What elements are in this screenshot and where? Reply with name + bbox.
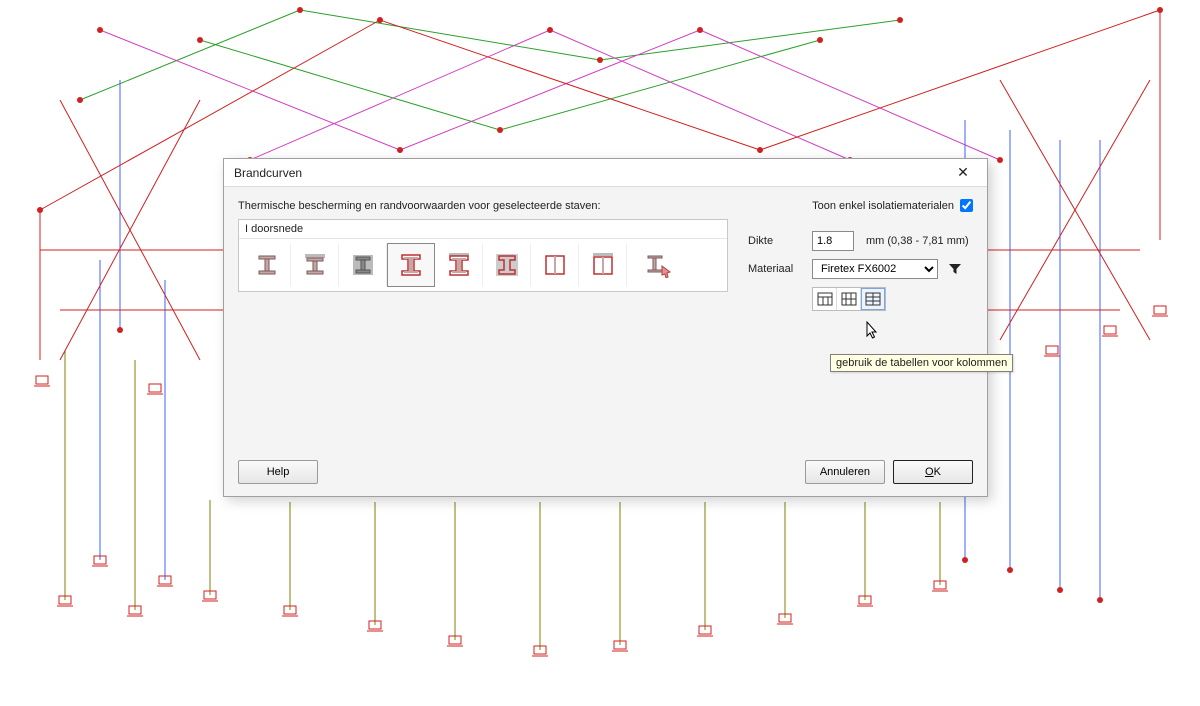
section-option-i-contour-top[interactable] (435, 243, 483, 287)
i-section-contour-top-icon (446, 252, 472, 278)
help-button[interactable]: Help (238, 460, 318, 484)
table-usage-toggle (812, 287, 886, 311)
close-icon: ✕ (957, 164, 969, 181)
cross-section-panel: I doorsnede (238, 219, 728, 292)
isolation-checkbox[interactable] (960, 199, 973, 212)
titlebar: Brandcurven ✕ (224, 159, 987, 187)
subtitle-label: Thermische bescherming en randvoorwaarde… (238, 200, 812, 212)
section-option-i-contour-encased[interactable] (483, 243, 531, 287)
table-toggle-rotated[interactable] (837, 288, 861, 310)
thickness-input[interactable] (812, 231, 854, 251)
i-section-contour-encased-icon (494, 252, 520, 278)
section-option-box[interactable] (531, 243, 579, 287)
material-select[interactable]: Firetex FX6002 (812, 259, 938, 279)
isolation-label: Toon enkel isolatiematerialen (812, 200, 954, 212)
box-section-icon (542, 252, 568, 278)
i-section-icon (254, 252, 280, 278)
ok-button[interactable]: OK (893, 460, 973, 484)
table-column-icon (865, 292, 881, 306)
material-label: Materiaal (748, 263, 804, 275)
table-rotated-icon (841, 292, 857, 306)
table-toggle-column[interactable] (861, 288, 885, 310)
dialog-title: Brandcurven (234, 166, 943, 180)
tooltip: gebruik de tabellen voor kolommen (830, 354, 1013, 372)
table-toggle-beam[interactable] (813, 288, 837, 310)
section-option-i-encased[interactable] (339, 243, 387, 287)
custom-section-icon (646, 252, 674, 278)
section-option-custom[interactable] (635, 243, 683, 287)
thickness-unit: mm (0,38 - 7,81 mm) (866, 235, 969, 247)
section-option-i-contour[interactable] (387, 243, 435, 287)
box-section-top-icon (590, 252, 616, 278)
section-option-i-unprotected[interactable] (243, 243, 291, 287)
dialog-button-row: Help Annuleren OK (238, 460, 973, 484)
i-section-contour-icon (398, 252, 424, 278)
close-button[interactable]: ✕ (943, 162, 983, 184)
cancel-button[interactable]: Annuleren (805, 460, 885, 484)
material-filter-button[interactable] (946, 260, 964, 278)
filter-icon (948, 262, 962, 276)
section-option-box-top[interactable] (579, 243, 627, 287)
right-form: Dikte mm (0,38 - 7,81 mm) Materiaal Fire… (748, 231, 973, 311)
cursor-pointer-icon (866, 321, 882, 341)
isolation-only-toggle[interactable]: Toon enkel isolatiematerialen (812, 199, 973, 212)
cross-section-strip (239, 239, 727, 291)
thickness-label: Dikte (748, 235, 804, 247)
cross-section-header: I doorsnede (239, 220, 727, 239)
section-option-i-top[interactable] (291, 243, 339, 287)
table-beam-icon (817, 292, 833, 306)
dialog-body: Thermische bescherming en randvoorwaarde… (224, 187, 987, 496)
i-section-encased-icon (350, 252, 376, 278)
i-section-top-icon (302, 252, 328, 278)
brandcurven-dialog: Brandcurven ✕ Thermische bescherming en … (223, 158, 988, 497)
